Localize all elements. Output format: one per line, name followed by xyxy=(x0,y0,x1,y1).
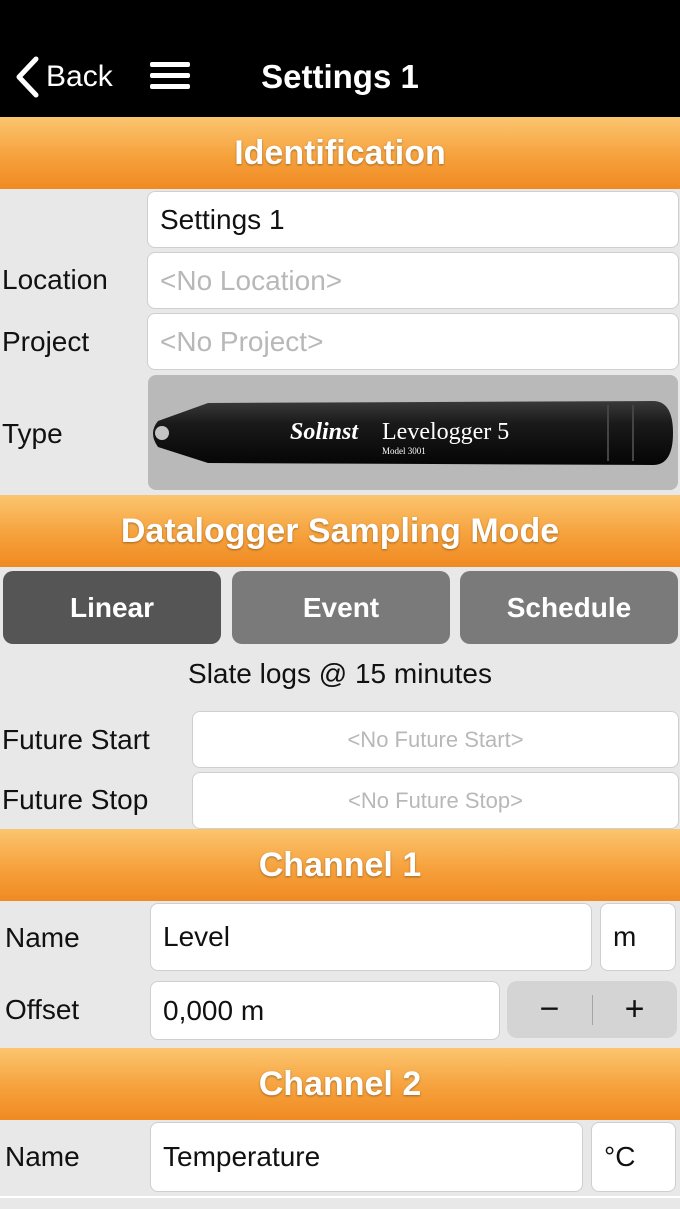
section-header-sampling-mode: Datalogger Sampling Mode xyxy=(0,495,680,567)
sampling-status-text: Slate logs @ 15 minutes xyxy=(188,658,492,689)
device-model-text: Levelogger 5 xyxy=(382,419,509,445)
location-label: Location xyxy=(2,264,108,295)
future-stop-label: Future Stop xyxy=(2,784,149,815)
offset-stepper: − + xyxy=(507,981,677,1038)
levelogger-device-image: Solinst Levelogger 5 Model 3001 xyxy=(153,401,673,465)
project-field[interactable]: <No Project> xyxy=(147,313,679,370)
channel1-unit-field[interactable]: m xyxy=(600,903,676,971)
increment-button[interactable]: + xyxy=(592,981,677,1038)
future-start-field[interactable]: <No Future Start> xyxy=(192,711,679,768)
future-start-label: Future Start xyxy=(2,724,150,755)
channel2-unit-field[interactable]: °C xyxy=(591,1122,676,1192)
device-brand-text: Solinst xyxy=(290,419,359,445)
channel2-name-field[interactable]: Temperature xyxy=(150,1122,583,1192)
settings-name-field[interactable]: Settings 1 xyxy=(147,191,679,248)
device-model-number-text: Model 3001 xyxy=(382,446,426,456)
nav-bar: Back Settings 1 xyxy=(0,0,680,117)
mode-linear-button[interactable]: Linear xyxy=(3,571,221,644)
device-type-selector[interactable]: Solinst Levelogger 5 Model 3001 xyxy=(148,375,678,490)
decrement-button[interactable]: − xyxy=(507,981,592,1038)
type-label: Type xyxy=(2,418,63,449)
page-title: Settings 1 xyxy=(261,58,419,95)
channel1-offset-field[interactable]: 0,000 m xyxy=(150,981,500,1040)
mode-schedule-button[interactable]: Schedule xyxy=(460,571,678,644)
channel1-name-label: Name xyxy=(5,922,80,953)
section-header-channel-2: Channel 2 xyxy=(0,1048,680,1120)
channel1-name-field[interactable]: Level xyxy=(150,903,592,971)
future-stop-field[interactable]: <No Future Stop> xyxy=(192,772,679,829)
mode-event-button[interactable]: Event xyxy=(232,571,450,644)
channel2-name-label: Name xyxy=(5,1141,80,1172)
divider xyxy=(0,1196,680,1198)
channel1-offset-label: Offset xyxy=(5,994,80,1025)
location-field[interactable]: <No Location> xyxy=(147,252,679,309)
project-label: Project xyxy=(2,326,90,357)
section-header-identification: Identification xyxy=(0,117,680,189)
section-header-channel-1: Channel 1 xyxy=(0,829,680,901)
